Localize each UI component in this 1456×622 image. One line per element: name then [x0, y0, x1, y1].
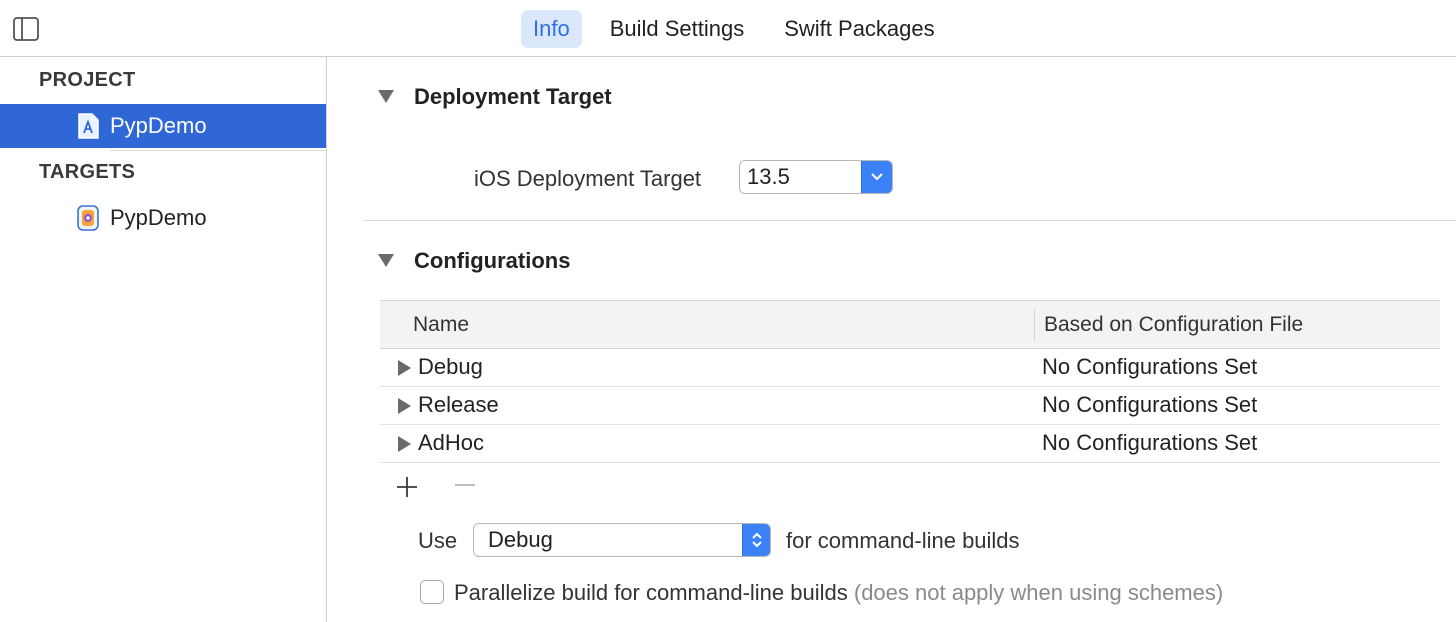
configurations-disclosure-icon[interactable] [378, 254, 394, 267]
command-line-config-value: Debug [488, 527, 553, 552]
sidebar-item-label: PypDemo [110, 113, 207, 138]
config-name: Debug [418, 354, 483, 379]
table-header: Name Based on Configuration File [380, 300, 1440, 349]
table-row[interactable]: AdHoc No Configurations Set [380, 425, 1440, 463]
editor-toolbar: Info Build Settings Swift Packages [0, 0, 1456, 57]
column-separator [1034, 309, 1035, 341]
sidebar-divider [110, 150, 326, 151]
configurations-table: Name Based on Configuration File Debug N… [380, 300, 1440, 463]
config-file: No Configurations Set [1042, 392, 1258, 417]
use-suffix-label: for command-line builds [786, 528, 1020, 553]
configurations-section-title: Configurations [414, 248, 571, 273]
parallelize-checkbox[interactable] [420, 580, 444, 604]
deployment-disclosure-icon[interactable] [378, 90, 394, 103]
ios-deployment-target-label: iOS Deployment Target [474, 166, 702, 191]
config-file: No Configurations Set [1042, 430, 1258, 455]
project-heading: PROJECT [39, 69, 136, 91]
parallelize-label: Parallelize build for command-line build… [454, 580, 1223, 606]
chevron-down-icon[interactable] [861, 161, 892, 193]
updown-chevron-icon[interactable] [742, 524, 770, 556]
app-target-icon [77, 205, 99, 231]
column-header-name[interactable]: Name [413, 313, 469, 337]
disclosure-triangle-icon[interactable] [398, 398, 411, 414]
sidebar-toggle-icon[interactable] [13, 17, 39, 41]
command-line-config-popup[interactable]: Debug [473, 523, 771, 557]
disclosure-triangle-icon[interactable] [398, 436, 411, 452]
xcode-project-icon [78, 113, 99, 139]
sidebar-item-project-pypdemo[interactable]: PypDemo [0, 104, 326, 148]
tab-build-settings[interactable]: Build Settings [598, 10, 757, 48]
tab-info[interactable]: Info [521, 10, 582, 48]
deployment-section-title: Deployment Target [414, 84, 612, 109]
parallelize-note: (does not apply when using schemes) [853, 580, 1224, 605]
section-divider [364, 220, 1456, 221]
remove-configuration-button[interactable] [453, 475, 477, 499]
table-row[interactable]: Debug No Configurations Set [380, 349, 1440, 387]
add-configuration-button[interactable] [395, 475, 419, 499]
use-label: Use [418, 528, 458, 553]
info-editor: Deployment Target iOS Deployment Target … [328, 57, 1456, 622]
ios-deployment-target-value: 13.5 [747, 164, 790, 189]
sidebar-item-label: PypDemo [110, 205, 207, 230]
parallelize-text: Parallelize build for command-line build… [454, 580, 848, 605]
targets-heading: TARGETS [39, 161, 136, 183]
sidebar-item-target-pypdemo[interactable]: PypDemo [0, 196, 326, 240]
tab-swift-packages[interactable]: Swift Packages [772, 10, 946, 48]
config-file: No Configurations Set [1042, 354, 1258, 379]
table-row[interactable]: Release No Configurations Set [380, 387, 1440, 425]
disclosure-triangle-icon[interactable] [398, 360, 411, 376]
column-header-config-file[interactable]: Based on Configuration File [1044, 313, 1303, 337]
ios-deployment-target-combo[interactable]: 13.5 [739, 160, 893, 194]
editor-tabs: Info Build Settings Swift Packages [521, 9, 963, 49]
config-name: AdHoc [418, 430, 485, 455]
project-navigator: PROJECT PypDemo TARGETS PypDemo [0, 57, 327, 622]
config-name: Release [418, 392, 499, 417]
